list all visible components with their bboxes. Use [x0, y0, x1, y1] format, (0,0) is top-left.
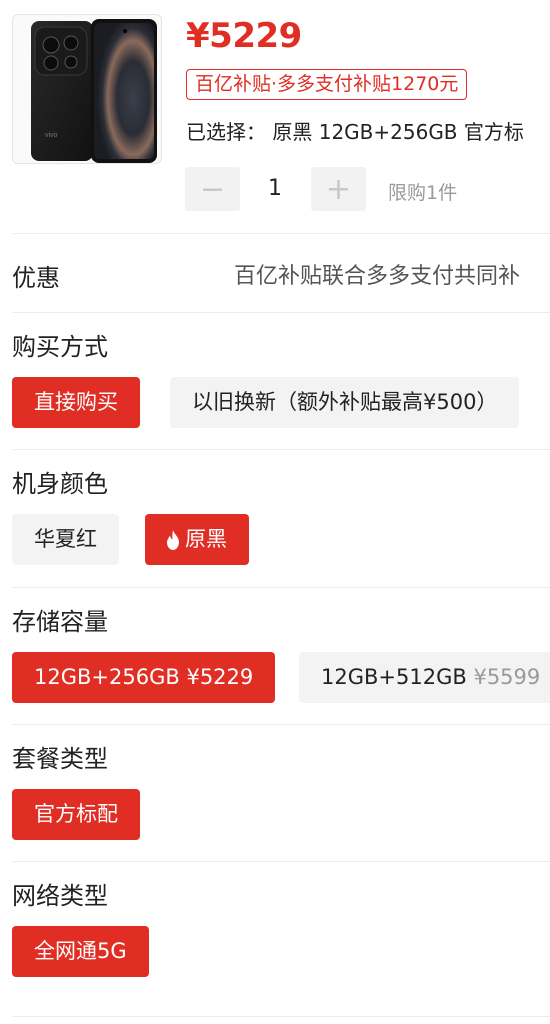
product-image[interactable]: vivo	[12, 14, 162, 164]
divider	[12, 1016, 550, 1017]
flame-icon	[167, 530, 179, 550]
storage-label: 12GB+256GB	[34, 665, 180, 689]
promo-label: 优惠	[12, 264, 60, 292]
network-title: 网络类型	[12, 882, 108, 910]
selected-spec: 已选择： 原黑 12GB+256GB 官方标	[186, 120, 524, 144]
storage-title: 存储容量	[12, 608, 108, 636]
svg-text:vivo: vivo	[45, 132, 58, 139]
storage-option-512[interactable]: 12GB+512GB ¥5599	[299, 652, 550, 703]
phone-image: vivo	[31, 19, 157, 163]
package-option-official[interactable]: 官方标配	[12, 789, 140, 840]
storage-price: ¥5229	[186, 665, 254, 689]
option-direct-buy[interactable]: 直接购买	[12, 377, 140, 428]
minus-icon: −	[199, 171, 226, 207]
subsidy-badge: 百亿补贴·多多支付补贴1270元	[186, 69, 468, 100]
promo-text[interactable]: 百亿补贴联合多多支付共同补	[234, 258, 520, 290]
divider	[12, 449, 550, 450]
purchase-method-title: 购买方式	[12, 333, 108, 361]
storage-option-256[interactable]: 12GB+256GB ¥5229	[12, 652, 276, 703]
network-option-5g[interactable]: 全网通5G	[12, 926, 149, 977]
divider	[12, 312, 550, 313]
purchase-limit: 限购1件	[388, 182, 458, 204]
divider	[12, 724, 550, 725]
divider	[12, 861, 550, 862]
product-price: ¥5229	[186, 16, 302, 56]
storage-label: 12GB+512GB	[321, 665, 467, 689]
divider	[12, 233, 550, 234]
quantity-increase-button[interactable]: +	[311, 167, 366, 211]
package-title: 套餐类型	[12, 745, 108, 773]
color-title: 机身颜色	[12, 470, 108, 498]
option-trade-in[interactable]: 以旧换新（额外补贴最高¥500）	[170, 377, 520, 428]
color-option-red[interactable]: 华夏红	[12, 514, 119, 565]
plus-icon: +	[325, 171, 352, 207]
color-option-label: 原黑	[185, 527, 227, 551]
color-option-black[interactable]: 原黑	[145, 514, 249, 565]
storage-price: ¥5599	[473, 665, 541, 689]
quantity-decrease-button[interactable]: −	[185, 167, 240, 211]
quantity-value[interactable]: 1	[240, 167, 310, 211]
divider	[12, 587, 550, 588]
